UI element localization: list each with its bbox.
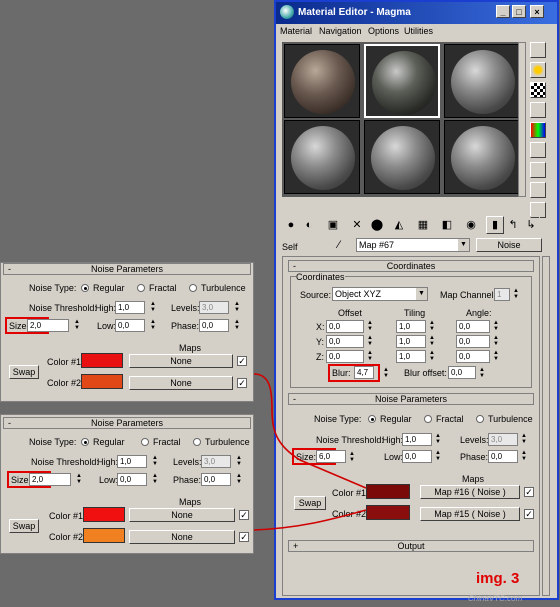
watermark: ChinaVTC.com bbox=[468, 594, 523, 603]
annotation-curve-bottom bbox=[253, 509, 367, 531]
annotation-curve-top bbox=[253, 373, 367, 489]
annotation-arrows bbox=[253, 373, 367, 531]
